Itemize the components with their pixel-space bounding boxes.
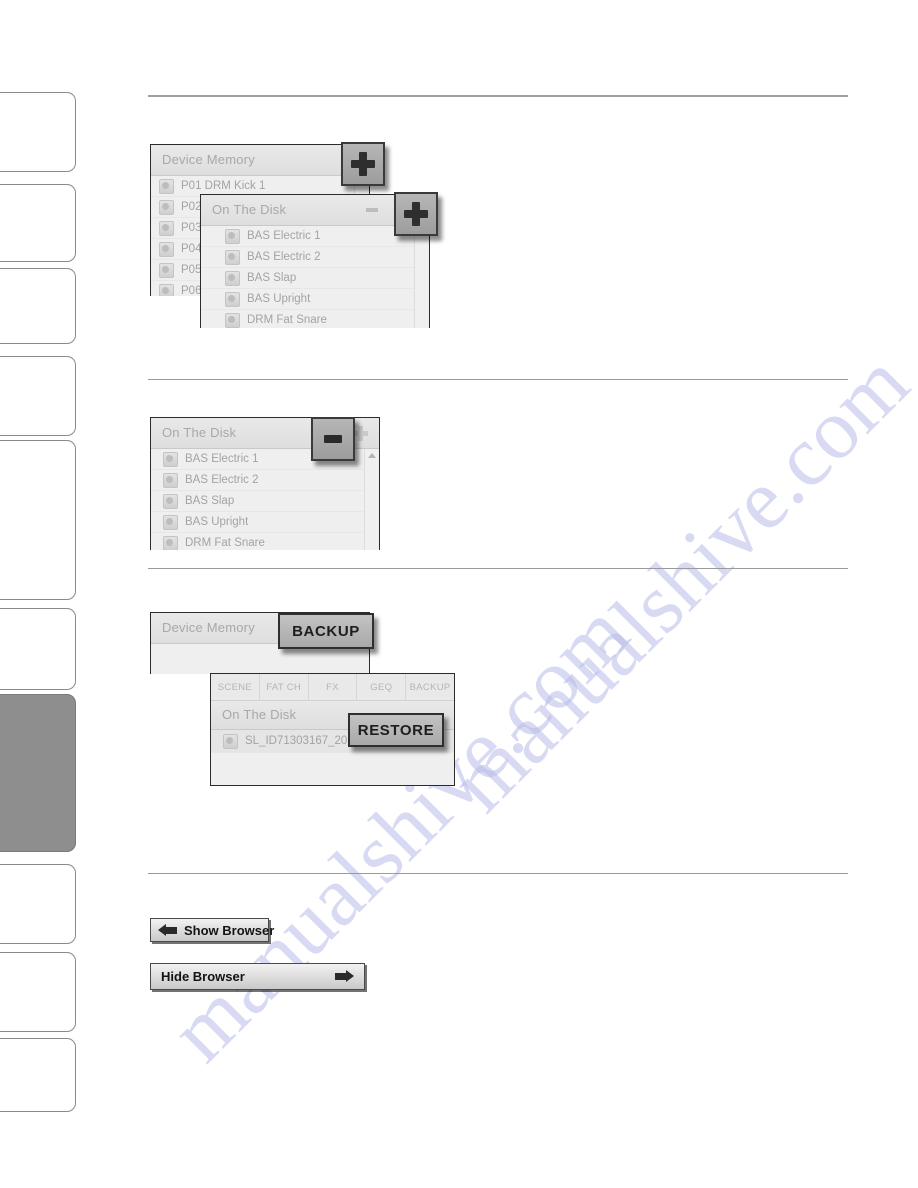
sidebar-item-tab-9[interactable]: [0, 952, 76, 1032]
sample-icon: [225, 249, 240, 265]
preset-icon: [159, 178, 174, 194]
arrow-left-icon: [158, 923, 177, 937]
on-the-disk-list-2[interactable]: BAS Electric 1 BAS Electric 2 BAS Slap B…: [151, 449, 379, 550]
hide-browser-label: Hide Browser: [161, 969, 245, 984]
minus-icon: [324, 435, 342, 443]
sidebar-item-tab-5[interactable]: [0, 440, 76, 600]
backup-button[interactable]: BACKUP: [278, 613, 374, 649]
list-item[interactable]: BAS Upright: [201, 289, 429, 310]
tab-backup[interactable]: BACKUP: [406, 674, 454, 700]
section-divider-3: [148, 873, 848, 874]
list-item-label: BAS Electric 2: [247, 251, 321, 263]
show-browser-button[interactable]: Show Browser: [150, 918, 274, 942]
preset-icon: [159, 220, 174, 236]
sidebar-item-tab-6[interactable]: [0, 608, 76, 690]
list-item-label: BAS Electric 1: [247, 230, 321, 242]
backup-file-icon: [223, 733, 238, 749]
sample-icon: [225, 270, 240, 286]
add-to-disk-button[interactable]: [394, 192, 438, 236]
sidebar-item-tab-1[interactable]: [0, 92, 76, 172]
preset-icon: [159, 283, 174, 296]
sidebar-item-tab-4[interactable]: [0, 356, 76, 436]
plus-icon: [351, 152, 375, 176]
on-the-disk-title-label: On The Disk: [212, 202, 287, 217]
scrollbar[interactable]: [364, 449, 379, 550]
watermark-text: manualshive.com: [431, 334, 918, 830]
list-item[interactable]: BAS Upright: [151, 512, 379, 533]
remove-button-dim[interactable]: [359, 197, 385, 223]
list-item[interactable]: BAS Electric 2: [201, 247, 429, 268]
section-divider-2: [148, 568, 848, 569]
sidebar-item-tab-10[interactable]: [0, 1038, 76, 1112]
on-the-disk-list[interactable]: BAS Electric 1 BAS Electric 2 BAS Slap B…: [201, 226, 429, 328]
list-item[interactable]: DRM Fat Snare: [201, 310, 429, 328]
list-item-label: DRM Fat Snare: [247, 314, 327, 326]
sample-icon: [225, 291, 240, 307]
list-item-label: BAS Slap: [185, 495, 235, 507]
list-item-label: P01 DRM Kick 1: [181, 180, 266, 192]
sample-icon: [163, 493, 178, 509]
on-the-disk-title-label: On The Disk: [162, 425, 237, 440]
tab-geq[interactable]: GEQ: [357, 674, 407, 700]
list-item-label: P06: [181, 285, 202, 296]
tab-scene[interactable]: SCENE: [211, 674, 260, 700]
list-item[interactable]: BAS Slap: [201, 268, 429, 289]
scroll-up-arrow-icon[interactable]: [368, 453, 376, 458]
plus-icon: [404, 202, 428, 226]
sample-icon: [225, 312, 240, 328]
sidebar-item-tab-2[interactable]: [0, 184, 76, 262]
list-item-label: DRM Fat Snare: [185, 537, 265, 549]
page-watermark: manualshive.com manualshive.com: [0, 0, 918, 1188]
add-to-device-memory-button[interactable]: [341, 142, 385, 186]
list-item[interactable]: DRM Fat Snare: [151, 533, 379, 550]
list-item-label: P03: [181, 222, 202, 234]
sample-icon: [163, 514, 178, 530]
sample-icon: [163, 472, 178, 488]
section-divider-top: [148, 95, 848, 97]
backup-tabstrip: SCENE FAT CH FX GEQ BACKUP: [211, 674, 454, 701]
preset-icon: [159, 199, 174, 215]
sample-icon: [163, 535, 178, 550]
restore-button[interactable]: RESTORE: [348, 713, 444, 747]
list-item-label: BAS Upright: [247, 293, 311, 305]
preset-icon: [159, 262, 174, 278]
tab-fat-ch[interactable]: FAT CH: [260, 674, 309, 700]
list-item-label: P02: [181, 201, 202, 213]
list-item-label: P04: [181, 243, 202, 255]
list-item-label: BAS Electric 2: [185, 474, 259, 486]
scrollbar[interactable]: [414, 226, 429, 328]
preset-icon: [159, 241, 174, 257]
tab-fx[interactable]: FX: [309, 674, 358, 700]
list-item[interactable]: BAS Electric 2: [151, 470, 379, 491]
sidebar-item-tab-3[interactable]: [0, 268, 76, 344]
sidebar-item-tab-7[interactable]: [0, 694, 76, 852]
list-item-label: P05: [181, 264, 202, 276]
sample-icon: [225, 228, 240, 244]
section-divider-1: [148, 379, 848, 380]
sidebar-item-tab-8[interactable]: [0, 864, 76, 944]
list-item-label: BAS Slap: [247, 272, 297, 284]
show-browser-label: Show Browser: [184, 922, 275, 938]
remove-from-disk-button[interactable]: [311, 417, 355, 461]
minus-icon: [366, 208, 378, 212]
list-item-label: BAS Upright: [185, 516, 249, 528]
arrow-right-icon: [335, 970, 354, 983]
list-item-label: BAS Electric 1: [185, 453, 259, 465]
hide-browser-button[interactable]: Hide Browser: [150, 963, 365, 990]
list-item[interactable]: BAS Slap: [151, 491, 379, 512]
sidebar: [0, 0, 78, 1188]
device-memory-title: Device Memory: [151, 145, 369, 176]
sample-icon: [163, 451, 178, 467]
